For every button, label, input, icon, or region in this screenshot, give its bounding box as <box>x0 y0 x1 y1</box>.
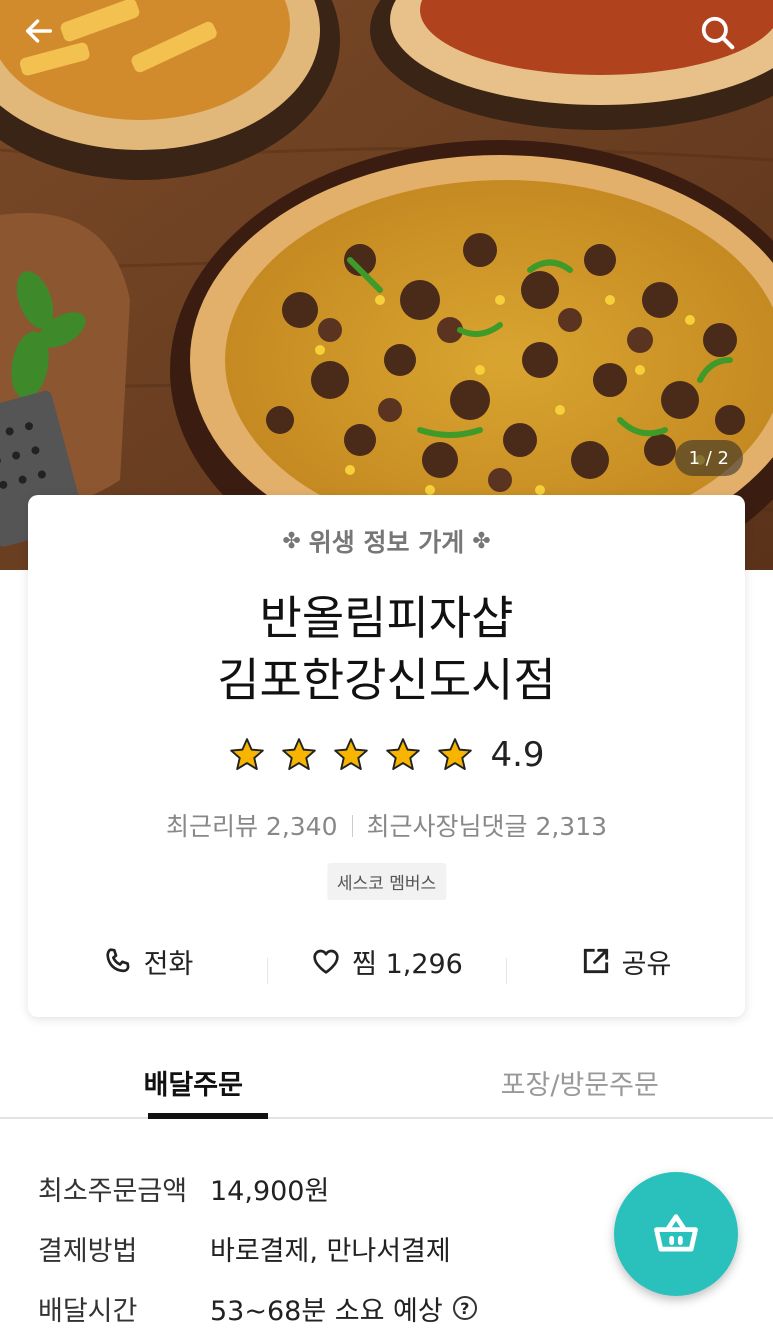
phone-icon <box>106 948 130 973</box>
order-info: 최소주문금액 14,900원 결제방법 바로결제, 만나서결제 배달시간 53~… <box>38 1158 477 1333</box>
payment-method-value: 바로결제, 만나서결제 <box>210 1235 451 1267</box>
divider <box>351 815 353 837</box>
cart-basket-icon <box>654 1214 698 1252</box>
search-button[interactable] <box>699 14 751 66</box>
min-order-label: 최소주문금액 <box>38 1175 188 1207</box>
store-name-line1: 반올림피자샵 <box>259 591 514 645</box>
order-type-tabs: 배달주문 포장/방문주문 <box>0 1045 773 1119</box>
payment-method-label: 결제방법 <box>38 1235 138 1267</box>
store-actions: 전화 찜 1,296 공유 <box>28 933 745 989</box>
share-icon <box>583 948 608 974</box>
store-info-card: ✤ 위생 정보 가게 ✤ 반올림피자샵 김포한강신도시점 4.9 최근리뷰 2,… <box>28 495 745 1017</box>
star-icon <box>282 738 317 771</box>
call-label: 전화 <box>143 948 194 980</box>
heart-icon <box>313 949 339 974</box>
tab-takeout[interactable]: 포장/방문주문 <box>387 1045 773 1117</box>
tab-delivery[interactable]: 배달주문 <box>0 1045 387 1119</box>
store-name: 반올림피자샵 김포한강신도시점 <box>28 587 745 711</box>
star-icon <box>334 738 369 771</box>
sparkle-left-icon: ✤ <box>282 528 301 554</box>
recent-reviews: 최근리뷰 2,340 <box>165 812 338 841</box>
hygiene-info-label[interactable]: ✤ 위생 정보 가게 ✤ <box>28 523 745 559</box>
hygiene-text: 위생 정보 가게 <box>308 528 465 557</box>
store-hero-image[interactable]: 1 / 2 <box>0 0 773 570</box>
cart-button[interactable] <box>614 1172 738 1296</box>
min-order-row: 최소주문금액 14,900원 <box>38 1158 477 1218</box>
delivery-time-label: 배달시간 <box>38 1295 138 1327</box>
arrow-left-icon <box>25 19 53 43</box>
delivery-time-value: 53~68분 소요 예상 <box>210 1295 443 1327</box>
recent-owner-replies: 최근사장님댓글 2,313 <box>366 812 608 841</box>
share-button[interactable]: 공유 <box>506 942 745 984</box>
store-name-line2: 김포한강신도시점 <box>217 653 556 707</box>
payment-method-row: 결제방법 바로결제, 만나서결제 <box>38 1218 477 1278</box>
image-page-indicator: 1 / 2 <box>674 440 743 476</box>
favorite-label: 찜 1,296 <box>352 948 463 980</box>
cesco-badge: 세스코 멤버스 <box>326 863 447 900</box>
store-rating[interactable]: 4.9 <box>28 735 745 775</box>
star-icon <box>386 738 421 771</box>
back-button[interactable] <box>22 14 74 66</box>
favorite-button[interactable]: 찜 1,296 <box>267 942 506 984</box>
call-button[interactable]: 전화 <box>28 942 267 981</box>
rating-stars <box>228 736 474 774</box>
min-order-value: 14,900원 <box>210 1175 330 1207</box>
delivery-time-row: 배달시간 53~68분 소요 예상 ? <box>38 1278 477 1333</box>
pizza-photo <box>0 0 773 570</box>
star-icon <box>230 738 265 771</box>
rating-value: 4.9 <box>490 735 545 775</box>
review-counts[interactable]: 최근리뷰 2,340 최근사장님댓글 2,313 <box>28 807 745 843</box>
sparkle-right-icon: ✤ <box>472 528 491 554</box>
share-label: 공유 <box>621 948 672 980</box>
search-icon <box>701 16 735 50</box>
question-icon[interactable]: ? <box>452 1296 477 1320</box>
delivery-time-value-wrap: 53~68분 소요 예상 ? <box>210 1289 477 1328</box>
star-icon <box>438 738 473 771</box>
